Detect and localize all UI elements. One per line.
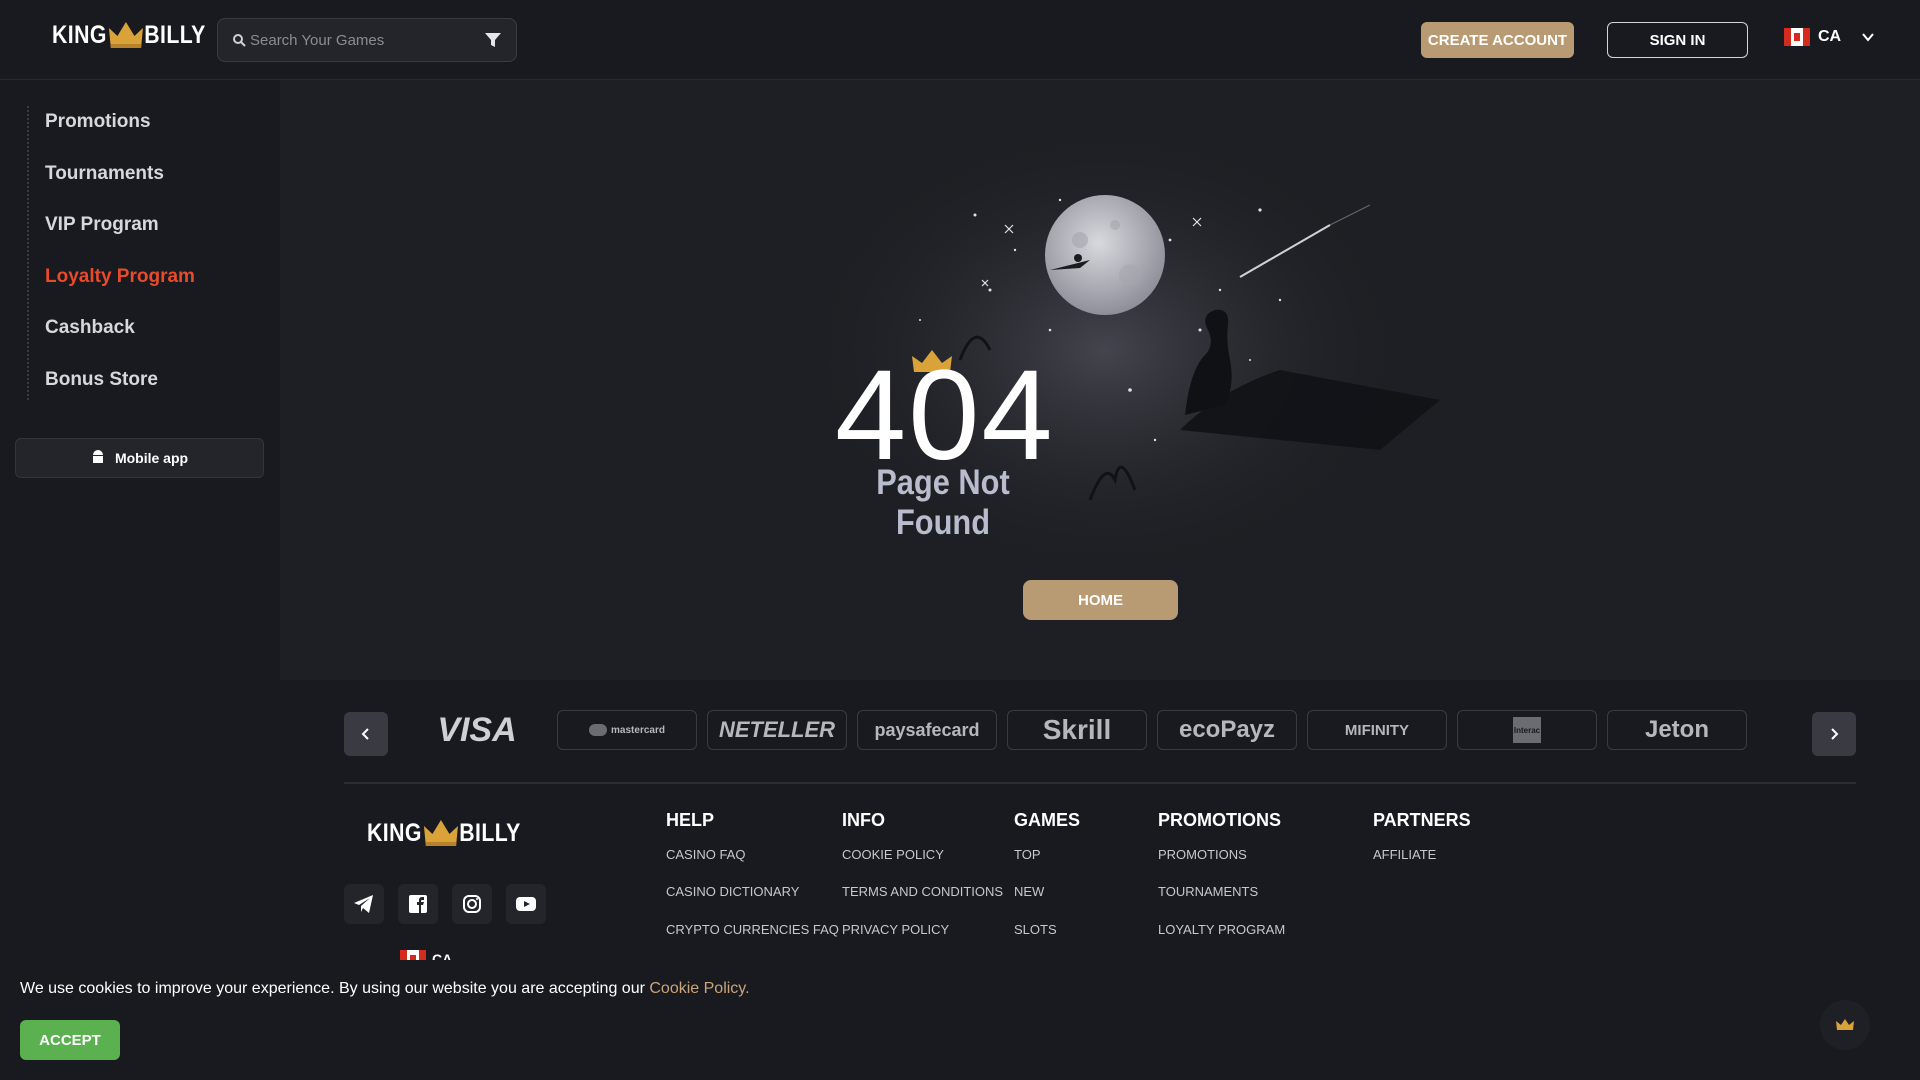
- footer-column-games-title: GAMES: [1014, 810, 1081, 830]
- payment-mifinity: MIFINITY: [1307, 710, 1447, 750]
- search-icon: [233, 34, 246, 47]
- footer-link-tournaments[interactable]: TOURNAMENTS: [1158, 884, 1258, 899]
- footer-divider: [344, 782, 1856, 784]
- footer-logo[interactable]: KING BILLY: [367, 818, 521, 848]
- footer-link-loyalty-program[interactable]: LOYALTY PROGRAM: [1158, 922, 1285, 937]
- sidebar-item-bonus-store[interactable]: Bonus Store: [45, 369, 158, 391]
- footer-column-promotions-title: PROMOTIONS: [1158, 810, 1282, 830]
- footer-link-slots[interactable]: SLOTS: [1014, 922, 1057, 937]
- payment-interac: Interac: [1457, 710, 1597, 750]
- payment-neteller: NETELLER: [707, 710, 847, 750]
- sign-in-button[interactable]: SIGN IN: [1607, 22, 1748, 58]
- payment-skrill: Skrill: [1007, 710, 1147, 750]
- mastercard-icon: [589, 724, 608, 736]
- chevron-right-icon: [1831, 728, 1839, 740]
- cookie-message: We use cookies to improve your experienc…: [20, 980, 645, 997]
- footer-column-help-title: HELP: [666, 810, 715, 830]
- youtube-icon[interactable]: [506, 884, 546, 924]
- footer-link-top[interactable]: TOP: [1014, 847, 1041, 862]
- footer-link-casino-dictionary[interactable]: CASINO DICTIONARY: [666, 884, 799, 899]
- telegram-icon[interactable]: [344, 884, 384, 924]
- cookie-policy-link[interactable]: Cookie Policy.: [649, 980, 749, 997]
- payment-visa: VISA: [437, 710, 517, 749]
- footer-link-new[interactable]: NEW: [1014, 884, 1044, 899]
- chat-button[interactable]: [1820, 1000, 1870, 1050]
- payments-next-button[interactable]: [1812, 712, 1856, 756]
- accept-cookies-button[interactable]: ACCEPT: [20, 1020, 120, 1060]
- android-icon: [92, 450, 103, 463]
- sidebar-item-loyalty-program[interactable]: Loyalty Program: [45, 266, 195, 288]
- cookie-text: We use cookies to improve your experienc…: [20, 980, 750, 998]
- footer-column-info-title: INFO: [842, 810, 885, 830]
- sidebar-rail: [27, 106, 29, 400]
- payment-jeton: Jeton: [1607, 710, 1747, 750]
- filter-icon[interactable]: [484, 31, 502, 49]
- error-message: Page Not Found: [876, 463, 1010, 542]
- language-selector[interactable]: CA: [1784, 28, 1875, 46]
- language-label: CA: [1818, 28, 1842, 45]
- footer-link-crypto-faq[interactable]: CRYPTO CURRENCIES FAQ: [666, 922, 839, 937]
- footer-link-cookie-policy[interactable]: COOKIE POLICY: [842, 847, 944, 862]
- sidebar-item-tournaments[interactable]: Tournaments: [45, 163, 164, 185]
- canada-flag-icon: [1784, 28, 1810, 46]
- footer-logo-text-right: BILLY: [459, 819, 521, 847]
- cookie-banner: We use cookies to improve your experienc…: [0, 960, 1920, 1080]
- sidebar: Promotions Tournaments VIP Program Loyal…: [0, 80, 280, 1080]
- payment-mastercard-label: mastercard: [611, 724, 665, 736]
- payment-ecopayz: ecoPayz: [1157, 710, 1297, 750]
- footer-column-partners-title: PARTNERS: [1373, 810, 1471, 830]
- crown-icon: [423, 820, 458, 846]
- interac-logo: Interac: [1513, 717, 1541, 743]
- mobile-app-button[interactable]: Mobile app: [15, 438, 264, 478]
- crown-icon: [108, 22, 143, 48]
- search-input[interactable]: [250, 19, 470, 61]
- logo-text-right: BILLY: [144, 21, 206, 49]
- mobile-app-label: Mobile app: [114, 450, 189, 466]
- sidebar-item-cashback[interactable]: Cashback: [45, 317, 135, 339]
- search-box[interactable]: [217, 18, 517, 62]
- home-button[interactable]: HOME: [1023, 580, 1178, 620]
- sidebar-item-promotions[interactable]: Promotions: [45, 111, 151, 133]
- payments-prev-button[interactable]: [344, 712, 388, 756]
- footer-logo-text-left: KING: [367, 819, 422, 847]
- footer-link-terms[interactable]: TERMS AND CONDITIONS: [842, 884, 1003, 899]
- header: KING BILLY CREATE ACCOUNT SIGN IN CA: [0, 0, 1920, 80]
- create-account-button[interactable]: CREATE ACCOUNT: [1421, 22, 1574, 58]
- footer-link-affiliate[interactable]: AFFILIATE: [1373, 847, 1436, 862]
- footer-link-promotions[interactable]: PROMOTIONS: [1158, 847, 1247, 862]
- main-content: 404 Page Not Found HOME: [280, 80, 1920, 680]
- footer-link-privacy-policy[interactable]: PRIVACY POLICY: [842, 922, 949, 937]
- chevron-left-icon: [361, 728, 369, 740]
- logo-text-left: KING: [52, 21, 107, 49]
- king-billy-logo[interactable]: KING BILLY: [52, 20, 206, 50]
- payment-mastercard: mastercard: [557, 710, 697, 750]
- crown-icon: [1836, 1019, 1854, 1030]
- sidebar-item-vip-program[interactable]: VIP Program: [45, 214, 159, 236]
- chevron-down-icon: [1862, 33, 1874, 42]
- footer-link-casino-faq[interactable]: CASINO FAQ: [666, 847, 745, 862]
- payment-paysafecard: paysafecard: [857, 710, 997, 750]
- facebook-icon[interactable]: [398, 884, 438, 924]
- instagram-icon[interactable]: [452, 884, 492, 924]
